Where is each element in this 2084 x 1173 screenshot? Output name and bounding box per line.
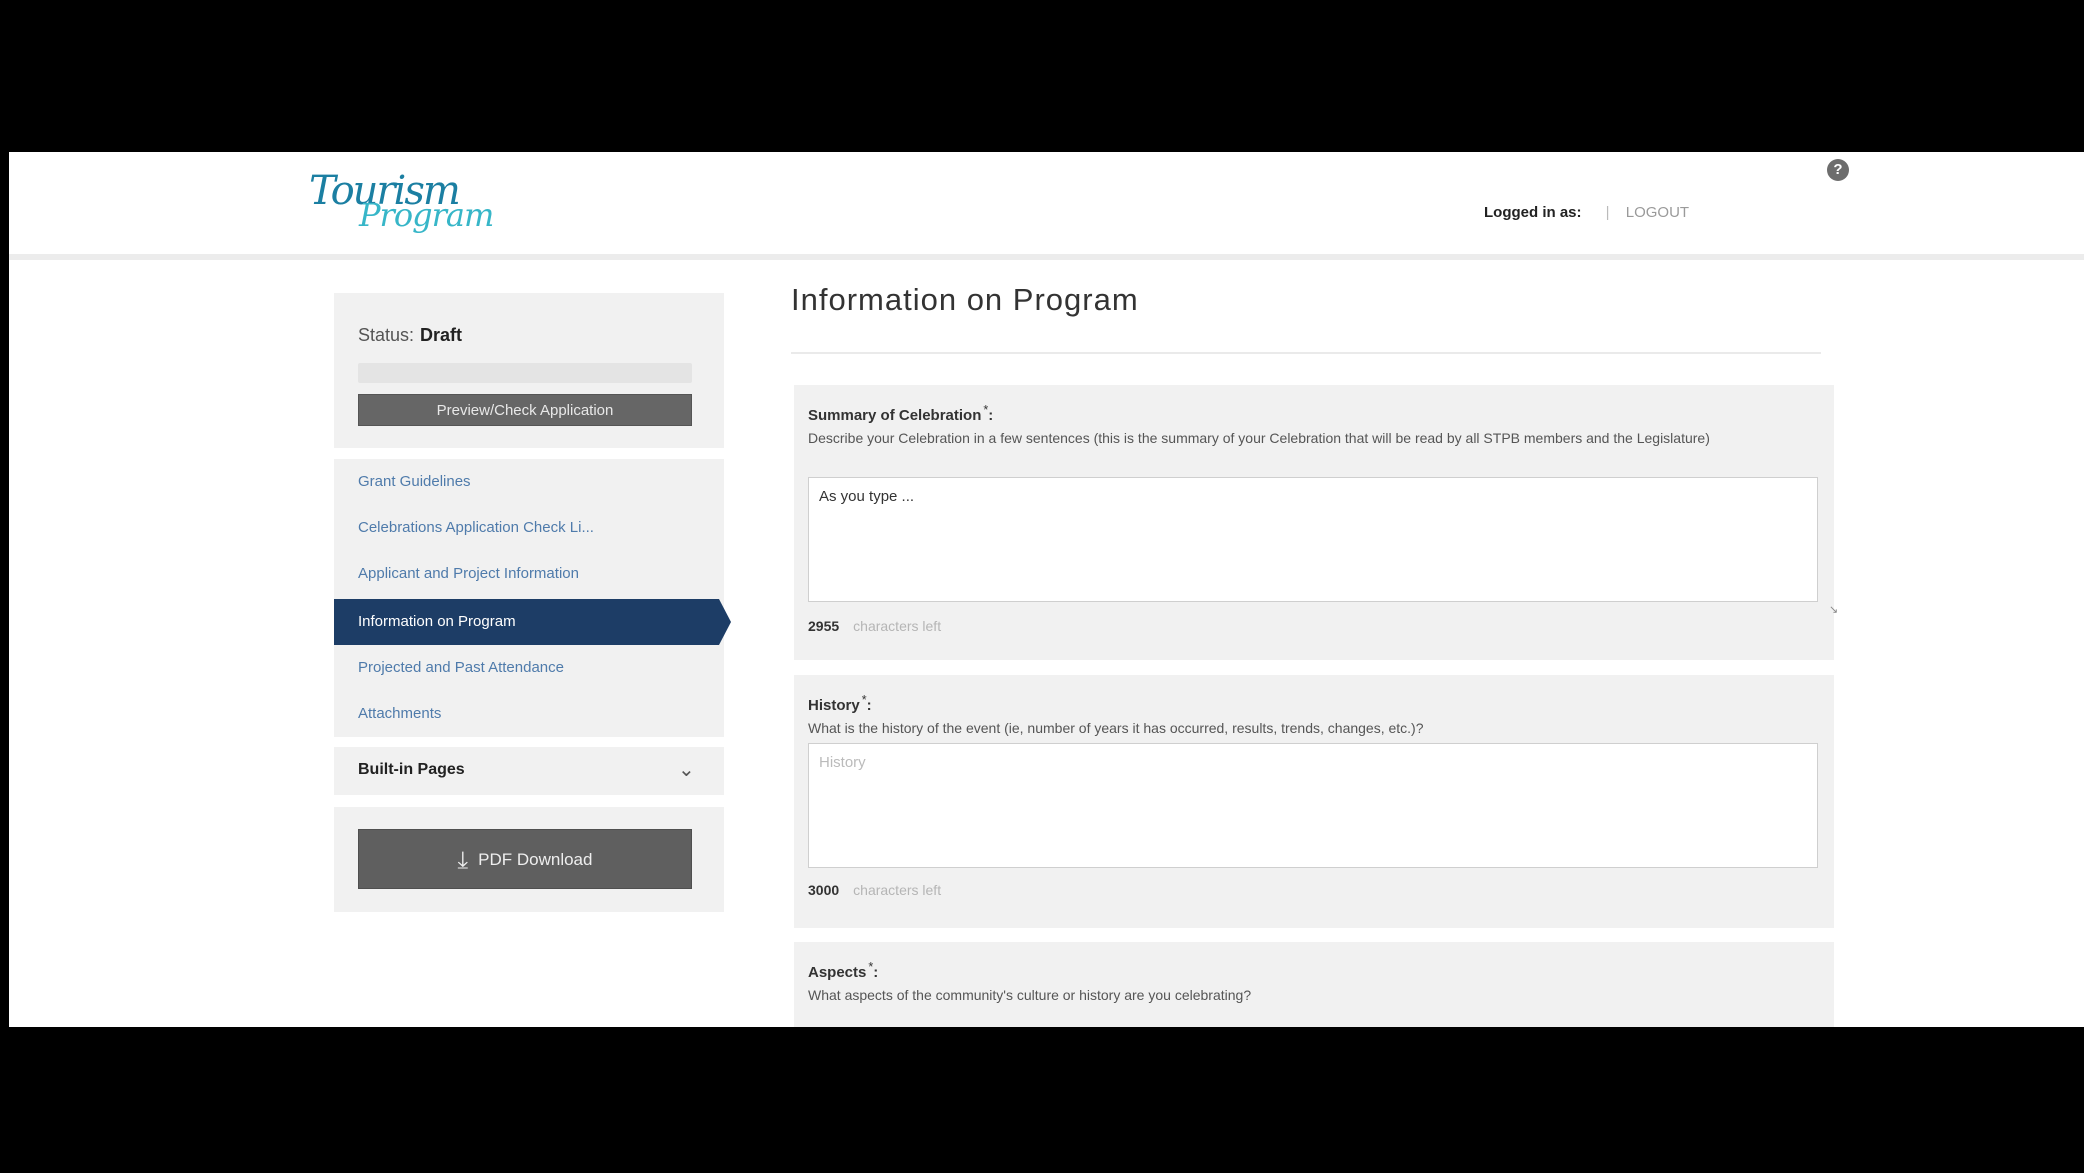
resize-handle-icon[interactable]: ↘ — [1829, 603, 1838, 616]
nav-item-applicant-project-info[interactable]: Applicant and Project Information — [334, 551, 724, 597]
required-mark: * — [868, 960, 874, 974]
nav-item-checklist[interactable]: Celebrations Application Check Li... — [334, 505, 724, 551]
history-label: History *: — [808, 693, 872, 714]
active-nav-arrow — [719, 599, 731, 645]
status-label: Status: — [358, 325, 415, 345]
aspects-label-text: Aspects — [808, 964, 867, 981]
history-textarea[interactable] — [808, 743, 1818, 868]
summary-label: Summary of Celebration *: — [808, 403, 994, 424]
completion-progress-bar — [358, 363, 692, 383]
section-nav: Grant Guidelines Celebrations Applicatio… — [334, 459, 731, 737]
history-char-suffix: characters left — [853, 882, 942, 898]
history-char-counter: 3000 characters left — [808, 882, 941, 898]
nav-item-label: Information on Program — [358, 613, 516, 630]
pdf-download-label: PDF Download — [478, 850, 593, 869]
aspects-section: Aspects *: What aspects of the community'… — [794, 942, 1834, 1027]
nav-item-attachments[interactable]: Attachments — [334, 691, 724, 737]
builtin-pages-toggle[interactable]: Built-in Pages ⌄ — [334, 747, 724, 795]
title-divider — [791, 352, 1821, 354]
history-description: What is the history of the event (ie, nu… — [808, 720, 1424, 736]
nav-item-grant-guidelines[interactable]: Grant Guidelines — [334, 459, 724, 505]
app-window: Tourism Program ? Logged in as: | LOGOUT… — [9, 152, 2084, 1027]
history-label-text: History — [808, 697, 860, 714]
help-icon[interactable]: ? — [1827, 159, 1849, 181]
summary-description: Describe your Celebration in a few sente… — [808, 430, 1710, 446]
separator: | — [1605, 204, 1610, 221]
status-panel: Status: Draft Preview/Check Application — [334, 293, 724, 448]
nav-item-attendance[interactable]: Projected and Past Attendance — [334, 645, 724, 691]
chevron-down-icon: ⌄ — [678, 759, 695, 781]
summary-label-text: Summary of Celebration — [808, 407, 982, 424]
summary-char-count: 2955 — [808, 618, 840, 634]
summary-section: Summary of Celebration *: Describe your C… — [794, 385, 1838, 660]
nav-item-information-on-program[interactable]: Information on Program — [334, 599, 719, 645]
pdf-panel: ⤓ PDF Download — [334, 807, 724, 912]
summary-char-suffix: characters left — [853, 618, 942, 634]
logout-link[interactable]: LOGOUT — [1626, 204, 1689, 221]
status-value: Draft — [420, 325, 463, 345]
tourism-program-logo[interactable]: Tourism Program — [301, 162, 494, 234]
summary-textarea[interactable]: As you type ... — [808, 477, 1818, 602]
summary-char-counter: 2955 characters left — [808, 618, 941, 634]
pdf-download-button[interactable]: ⤓ PDF Download — [358, 829, 692, 889]
aspects-label: Aspects *: — [808, 960, 879, 981]
preview-check-application-button[interactable]: Preview/Check Application — [358, 394, 692, 426]
application-status: Status: Draft — [358, 325, 462, 346]
history-char-count: 3000 — [808, 882, 840, 898]
required-mark: * — [861, 693, 867, 707]
logo-text-line2: Program — [359, 196, 494, 234]
logged-in-label: Logged in as: — [1484, 204, 1582, 221]
aspects-description: What aspects of the community's culture … — [808, 987, 1252, 1003]
builtin-pages-label: Built-in Pages — [358, 761, 465, 778]
required-mark: * — [983, 403, 989, 417]
download-icon: ⤓ — [457, 846, 469, 874]
header: Tourism Program ? Logged in as: | LOGOUT — [9, 152, 2084, 260]
history-section: History *: What is the history of the eve… — [794, 675, 1834, 928]
user-info: Logged in as: | LOGOUT — [1484, 204, 1689, 221]
page-title: Information on Program — [791, 282, 1139, 317]
